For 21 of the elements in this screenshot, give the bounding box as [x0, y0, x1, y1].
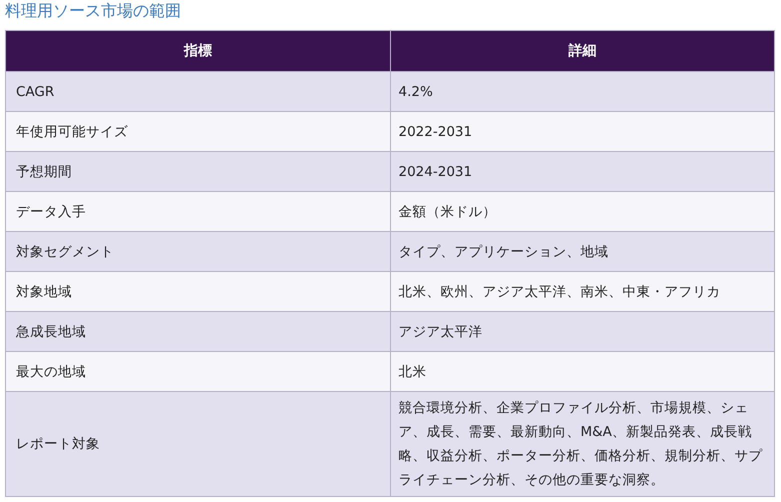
table-cell: 2022-2031 — [390, 112, 774, 152]
table-cell: 年使用可能サイズ — [6, 112, 390, 152]
table-cell: 対象地域 — [6, 272, 390, 312]
table-cell: データ入手 — [6, 192, 390, 232]
table-cell: 最大の地域 — [6, 352, 390, 392]
table-cell: 予想期間 — [6, 152, 390, 192]
table-cell: 金額（米ドル） — [390, 192, 774, 232]
table-cell: 北米、欧州、アジア太平洋、南米、中東・アフリカ — [390, 272, 774, 312]
table-cell: 競合環境分析、企業プロファイル分析、市場規模、シェア、成長、需要、最新動向、M&A、新製品発表、成長戦略、収益分析、ポーター分析、価格分析、規制分析、サプライチェーン分析、その他の重要な洞察。 — [390, 392, 774, 496]
table-cell: レポート対象 — [6, 392, 390, 496]
section-title: 料理用ソース市場の範囲 — [5, 0, 182, 22]
table-cell: 北米 — [390, 352, 774, 392]
table-cell: 4.2% — [390, 72, 774, 112]
table-cell: タイプ、アプリケーション、地域 — [390, 232, 774, 272]
table-cell: 対象セグメント — [6, 232, 390, 272]
table-cell: 2024-2031 — [390, 152, 774, 192]
table-cell: アジア太平洋 — [390, 312, 774, 352]
column-header: 詳細 — [390, 30, 774, 72]
column-header: 指標 — [6, 30, 390, 72]
table-cell: CAGR — [6, 72, 390, 112]
table-cell: 急成長地域 — [6, 312, 390, 352]
